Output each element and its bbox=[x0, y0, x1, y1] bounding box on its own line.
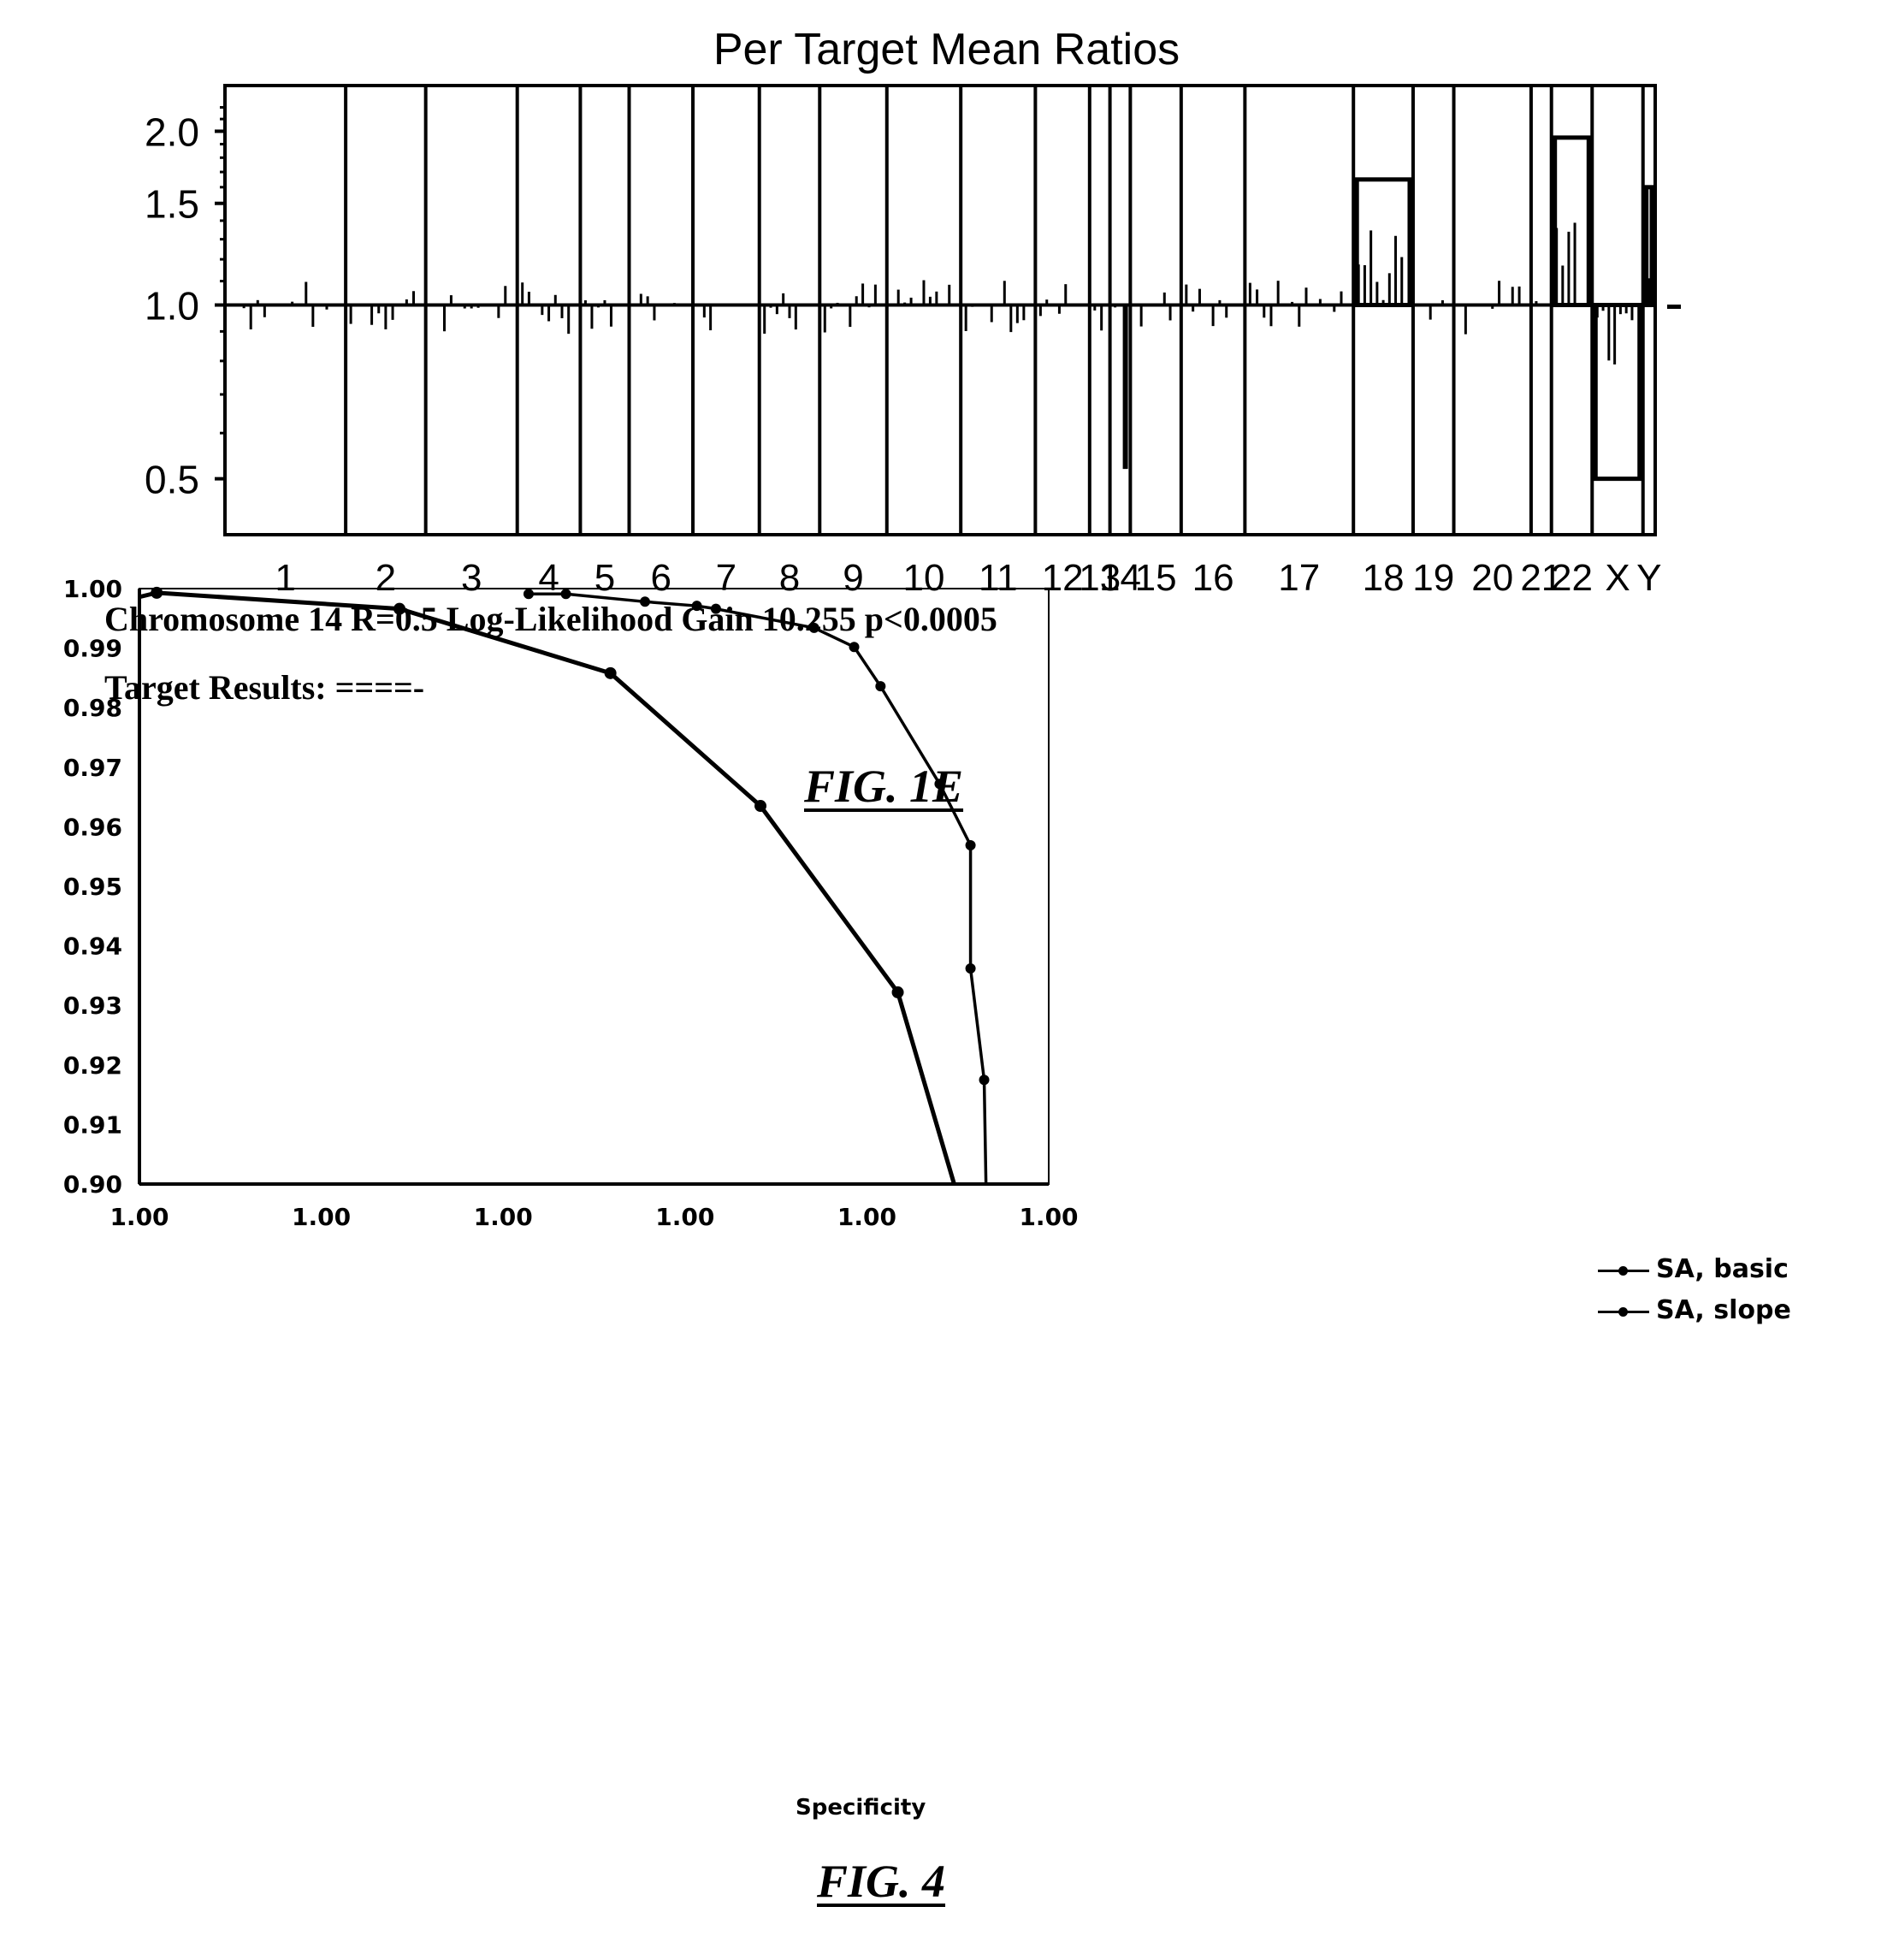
x-tick-label: 8 bbox=[779, 557, 800, 599]
x-tick-label: 5 bbox=[595, 557, 615, 599]
x-tick-label: 7 bbox=[716, 557, 736, 599]
data-point-sa-slope bbox=[965, 839, 976, 850]
data-point-sa-slope bbox=[965, 963, 976, 974]
fig1e-label: FIG. 1E bbox=[804, 761, 964, 812]
x-tick-label: 4 bbox=[538, 557, 559, 599]
x-tick-label: X bbox=[1605, 557, 1630, 599]
x-tick-label: 19 bbox=[1412, 557, 1454, 599]
legend-label: SA, basic bbox=[1656, 1254, 1789, 1284]
data-point-sa-basic bbox=[604, 666, 617, 679]
legend-marker-icon bbox=[1598, 1262, 1649, 1279]
x-tick-label: 20 bbox=[1471, 557, 1513, 599]
x-tick-label: 1.00 bbox=[292, 1203, 351, 1231]
data-point-sa-basic bbox=[891, 986, 904, 998]
x-tick-label: 22 bbox=[1551, 557, 1593, 599]
x-tick-label: 1.00 bbox=[109, 1203, 169, 1231]
y-tick-label: 0.97 bbox=[63, 754, 122, 782]
legend-label: SA, slope bbox=[1656, 1295, 1791, 1325]
x-tick-label: 17 bbox=[1278, 557, 1320, 599]
legend-marker-icon bbox=[1598, 1303, 1649, 1320]
x-tick-label: 18 bbox=[1363, 557, 1405, 599]
y-tick-label: 0.96 bbox=[63, 813, 122, 841]
data-point-sa-slope bbox=[875, 681, 886, 692]
fig1e-chart: 0.51.01.52.01 2 3 4 5 6 7 8 9 10 11 12131415 16 17 18 1… bbox=[145, 84, 1681, 599]
y-tick-label: 0.90 bbox=[63, 1170, 122, 1199]
x-tick-label: 16 bbox=[1192, 557, 1234, 599]
legend-item-sa-basic: SA, basic bbox=[1598, 1254, 1789, 1284]
segment-mean-box bbox=[1593, 303, 1642, 482]
legend-item-sa-slope: SA, slope bbox=[1598, 1295, 1791, 1325]
y-tick-label: 1.5 bbox=[145, 182, 199, 227]
target-results-caption: Target Results: ====- bbox=[104, 668, 425, 707]
segment-mean-box bbox=[1553, 135, 1591, 308]
x-tick-label: 11 bbox=[979, 557, 1018, 599]
y-tick-label: 0.92 bbox=[63, 1051, 122, 1080]
x-tick-label: 1.00 bbox=[837, 1203, 896, 1231]
fig4-label: FIG. 4 bbox=[817, 1856, 946, 1907]
x-tick-label: 12 bbox=[1042, 557, 1084, 599]
data-point-sa-basic bbox=[754, 800, 767, 813]
y-tick-label: 0.5 bbox=[145, 458, 199, 502]
x-tick-label: 2 bbox=[376, 557, 396, 599]
x-tick-label: 1.00 bbox=[474, 1203, 533, 1231]
fig4-x-axis-title: Specificity bbox=[796, 1795, 926, 1821]
x-tick-label: 3 bbox=[461, 557, 482, 599]
x-tick-label: 9 bbox=[843, 557, 863, 599]
plot-frame bbox=[223, 84, 1657, 536]
y-tick-label: 2.0 bbox=[145, 110, 199, 154]
y-tick-label: 0.94 bbox=[63, 933, 122, 961]
x-tick-label: 15 bbox=[1135, 557, 1177, 599]
y-tick-label: 0.91 bbox=[63, 1110, 122, 1139]
y-tick-label: 0.93 bbox=[63, 992, 122, 1020]
series-line-sa-slope bbox=[528, 592, 988, 1185]
data-point-sa-slope bbox=[849, 642, 860, 653]
y-tick-label: 0.95 bbox=[63, 873, 122, 901]
x-tick-label: Y bbox=[1636, 557, 1661, 599]
x-tick-label: 6 bbox=[651, 557, 671, 599]
x-tick-label: 1.00 bbox=[655, 1203, 714, 1231]
data-point-sa-slope bbox=[979, 1075, 990, 1086]
x-tick-label: 10 bbox=[902, 557, 944, 599]
x-tick-label: 1 bbox=[275, 557, 295, 599]
x-tick-label: 1.00 bbox=[1019, 1203, 1078, 1231]
chromosome-result-caption: Chromosome 14 R=0.5 Log-Likelihood Gain … bbox=[104, 600, 997, 638]
y-tick-label: 1.0 bbox=[145, 284, 199, 329]
